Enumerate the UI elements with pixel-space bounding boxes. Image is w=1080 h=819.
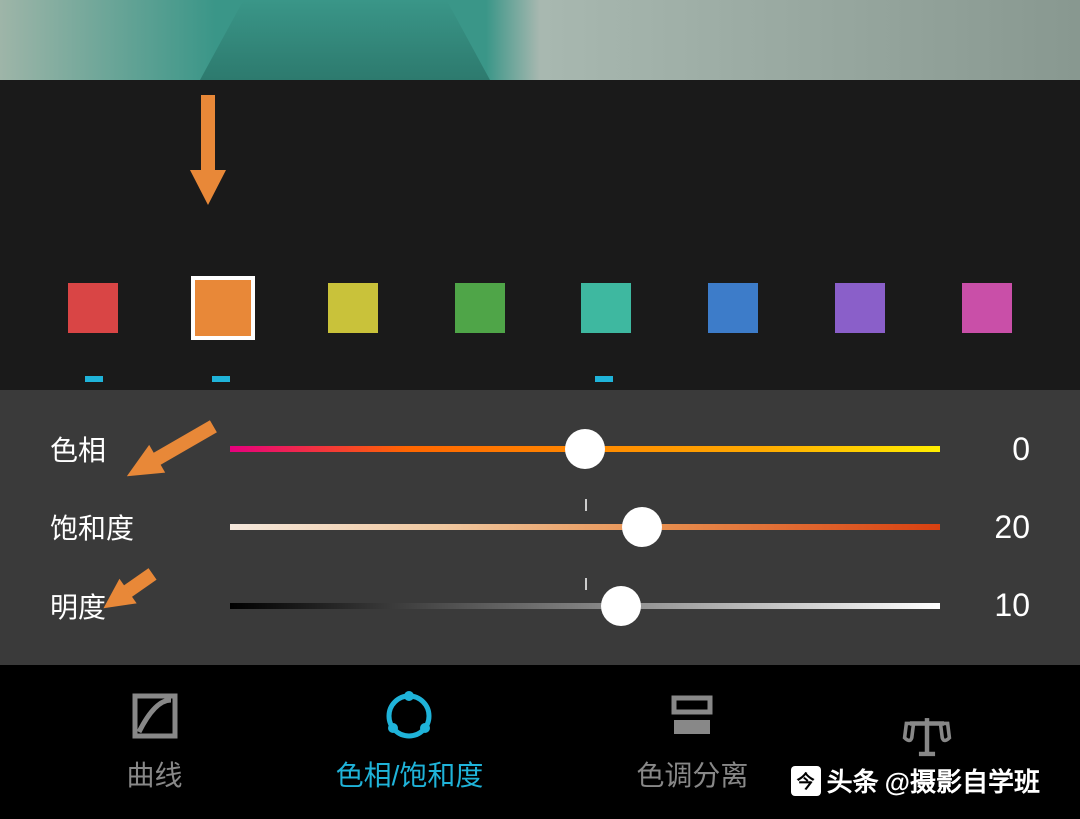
watermark-logo-icon: 今 [791, 766, 821, 796]
sliders-panel: 色相 0 饱和度 20 明度 10 [0, 390, 1080, 665]
curves-icon [129, 690, 181, 742]
swatch-tick-row [0, 376, 1080, 382]
balance-icon [901, 710, 953, 762]
swatch-tick [69, 376, 119, 382]
swatch-green[interactable] [455, 283, 505, 333]
color-swatch-row [0, 280, 1080, 336]
swatch-purple[interactable] [835, 283, 885, 333]
center-tick [585, 578, 587, 590]
hsl-icon [383, 690, 435, 742]
slider-light[interactable] [230, 586, 940, 626]
slider-sat-row: 饱和度 20 [50, 497, 1030, 557]
slider-thumb[interactable] [565, 429, 605, 469]
bottom-nav: 曲线 色相/饱和度 色调分离 今 头条 @摄影自学班 [0, 665, 1080, 819]
slider-sat-value: 20 [940, 509, 1030, 546]
swatch-tick [451, 376, 501, 382]
slider-sat[interactable] [230, 507, 940, 547]
swatch-teal[interactable] [581, 283, 631, 333]
color-picker-panel [0, 80, 1080, 390]
watermark: 今 头条 @摄影自学班 [791, 762, 1040, 799]
swatch-tick [961, 376, 1011, 382]
annotation-arrow-down-icon [188, 95, 228, 210]
slider-light-row: 明度 10 [50, 576, 1030, 636]
slider-hue-value: 0 [940, 431, 1030, 468]
watermark-text: @摄影自学班 [885, 762, 1040, 799]
photo-subject [200, 0, 490, 80]
slider-track [230, 603, 940, 609]
nav-split-tone[interactable]: 色调分离 [636, 690, 748, 794]
swatch-orange[interactable] [195, 280, 251, 336]
nav-label: 色调分离 [636, 754, 748, 794]
swatch-magenta[interactable] [962, 283, 1012, 333]
center-tick [585, 499, 587, 511]
slider-thumb[interactable] [622, 507, 662, 547]
slider-hue[interactable] [230, 429, 940, 469]
nav-label: 色相/饱和度 [336, 754, 484, 794]
swatch-yellow[interactable] [328, 283, 378, 333]
swatch-red[interactable] [68, 283, 118, 333]
swatch-tick [579, 376, 629, 382]
swatch-blue[interactable] [708, 283, 758, 333]
photo-preview [0, 0, 1080, 80]
watermark-prefix: 头条 [827, 762, 879, 799]
slider-light-value: 10 [940, 587, 1030, 624]
split-tone-icon [666, 690, 718, 742]
nav-label: 曲线 [127, 754, 183, 794]
swatch-tick [324, 376, 374, 382]
swatch-tick [706, 376, 756, 382]
swatch-tick [196, 376, 246, 382]
nav-curves[interactable]: 曲线 [127, 690, 183, 794]
slider-sat-label: 饱和度 [50, 507, 230, 547]
nav-hsl[interactable]: 色相/饱和度 [336, 690, 484, 794]
swatch-tick [834, 376, 884, 382]
slider-track [230, 524, 940, 530]
slider-thumb[interactable] [601, 586, 641, 626]
